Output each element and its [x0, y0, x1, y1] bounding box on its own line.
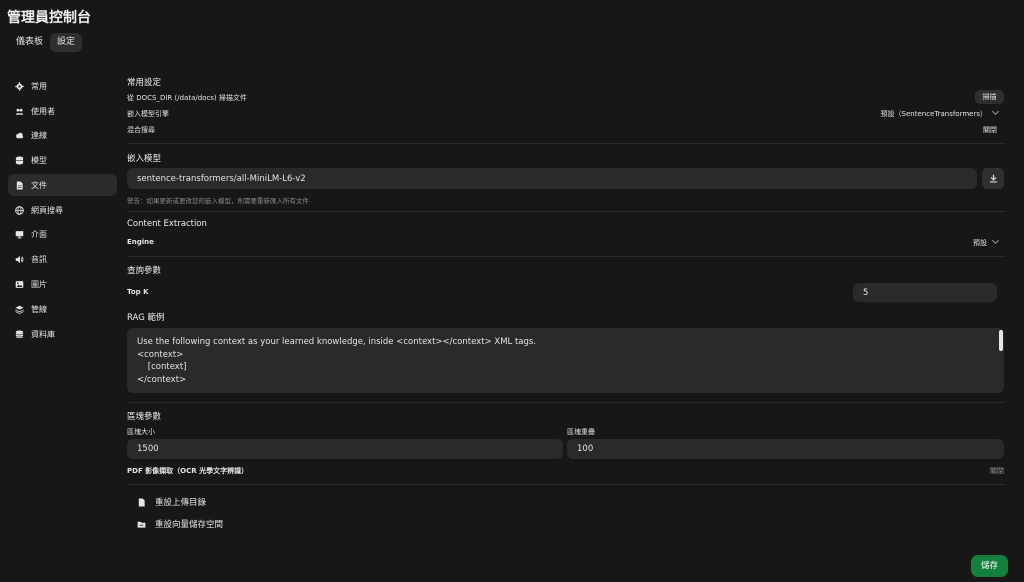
reset-upload-label: 重設上傳目錄: [155, 498, 207, 508]
extraction-heading: Content Extraction: [127, 219, 207, 229]
extraction-engine-select[interactable]: 預設: [940, 236, 1000, 248]
topk-label: Top K: [127, 288, 149, 296]
cloud-icon: [16, 132, 24, 138]
rag-template-textarea[interactable]: Use the following context as your learne…: [127, 328, 1004, 393]
sidebar-item-database[interactable]: 資料庫: [8, 323, 117, 345]
sidebar-item-label: 使用者: [31, 106, 55, 116]
sidebar-item-general[interactable]: 常用: [8, 75, 117, 97]
chevron-down-icon: [991, 236, 1000, 245]
extraction-engine-label: Engine: [127, 238, 154, 246]
chunk-heading: 區塊參數: [127, 412, 162, 422]
sidebar-item-users[interactable]: 使用者: [8, 100, 117, 122]
sidebar-item-label: 網頁搜尋: [31, 205, 63, 215]
chunk-overlap-label: 區塊重疊: [567, 428, 595, 436]
query-heading: 查詢參數: [127, 266, 162, 276]
textarea-scrollbar[interactable]: [999, 330, 1003, 351]
page-title: 管理員控制台: [7, 10, 91, 26]
sidebar-item-label: 圖片: [31, 279, 47, 289]
chunk-size-label: 區塊大小: [127, 428, 155, 436]
sidebar-item-connections[interactable]: 連線: [8, 124, 117, 146]
reset-upload-dir-button[interactable]: 重設上傳目錄: [137, 496, 206, 508]
sidebar-item-label: 音訊: [31, 254, 47, 264]
sidebar-item-pipelines[interactable]: 管線: [8, 298, 117, 320]
monitor-icon: [15, 230, 24, 238]
sidebar-item-audio[interactable]: 音訊: [8, 248, 117, 270]
chunk-size-input[interactable]: 1500: [127, 439, 563, 459]
globe-icon: [15, 205, 24, 215]
extraction-engine-value: 預設: [973, 239, 987, 247]
chevron-down-icon: [991, 107, 1000, 116]
image-icon: [15, 280, 24, 288]
download-icon: [989, 174, 997, 183]
tab-settings[interactable]: 設定: [50, 33, 83, 52]
embed-engine-select[interactable]: 預設（SentenceTransformers）: [860, 107, 1000, 119]
hybrid-search-toggle[interactable]: 關閉: [955, 125, 997, 135]
sidebar-item-label: 常用: [31, 81, 47, 91]
embedding-model-input[interactable]: sentence-transformers/all-MiniLM-L6-v2: [127, 168, 977, 189]
reset-vector-label: 重設向量儲存空間: [155, 520, 224, 530]
hybrid-search-label: 混合搜尋: [127, 126, 155, 134]
folder-icon: [137, 521, 146, 528]
divider: [127, 143, 1005, 144]
divider: [127, 211, 1005, 212]
reset-vector-storage-button[interactable]: 重設向量儲存空間: [137, 518, 223, 530]
sidebar-item-label: 管線: [31, 304, 47, 314]
speaker-icon: [15, 255, 24, 263]
pdf-ocr-label: PDF 影像擷取（OCR 光學文字辨識）: [127, 467, 249, 475]
scan-docs-label: 從 DOCS_DIR (/data/docs) 掃描文件: [127, 94, 247, 102]
embed-engine-value: 預設（SentenceTransformers）: [880, 110, 987, 118]
sidebar-item-label: 資料庫: [31, 329, 55, 339]
scan-button[interactable]: 掃描: [975, 90, 1004, 104]
users-icon: [15, 108, 24, 115]
document-icon: [138, 497, 145, 507]
sidebar-item-interface[interactable]: 介面: [8, 223, 117, 245]
general-heading: 常用設定: [127, 78, 162, 88]
sidebar-item-label: 連線: [31, 130, 47, 140]
sidebar-item-documents[interactable]: 文件: [8, 174, 117, 196]
topk-input[interactable]: 5: [853, 283, 997, 302]
sidebar-item-models[interactable]: 模型: [8, 149, 117, 171]
stack-icon: [15, 305, 24, 314]
divider: [127, 484, 1005, 485]
sidebar-item-label: 介面: [31, 229, 47, 239]
sidebar-item-images[interactable]: 圖片: [8, 273, 117, 295]
tab-dashboard[interactable]: 儀表板: [9, 33, 50, 52]
embedding-warning: 警告：如果更新或更改您的嵌入模型，則需要重新匯入所有文件: [127, 197, 309, 205]
save-button[interactable]: 儲存: [971, 555, 1008, 577]
document-icon: [16, 180, 23, 190]
rag-heading: RAG 範例: [127, 313, 165, 323]
layers-icon: [15, 156, 24, 164]
database-icon: [15, 329, 24, 338]
sidebar-item-label: 模型: [31, 155, 47, 165]
sidebar-item-label: 文件: [31, 180, 47, 190]
sidebar-item-web-search[interactable]: 網頁搜尋: [8, 199, 117, 221]
divider: [127, 256, 1005, 257]
chunk-overlap-input[interactable]: 100: [567, 439, 1004, 459]
pdf-ocr-toggle[interactable]: 關閉: [960, 466, 1004, 476]
gear-icon: [15, 81, 24, 91]
embed-engine-label: 嵌入模型引擎: [127, 110, 169, 118]
download-model-button[interactable]: [982, 168, 1004, 189]
divider: [127, 402, 1005, 403]
embedding-heading: 嵌入模型: [127, 154, 162, 164]
